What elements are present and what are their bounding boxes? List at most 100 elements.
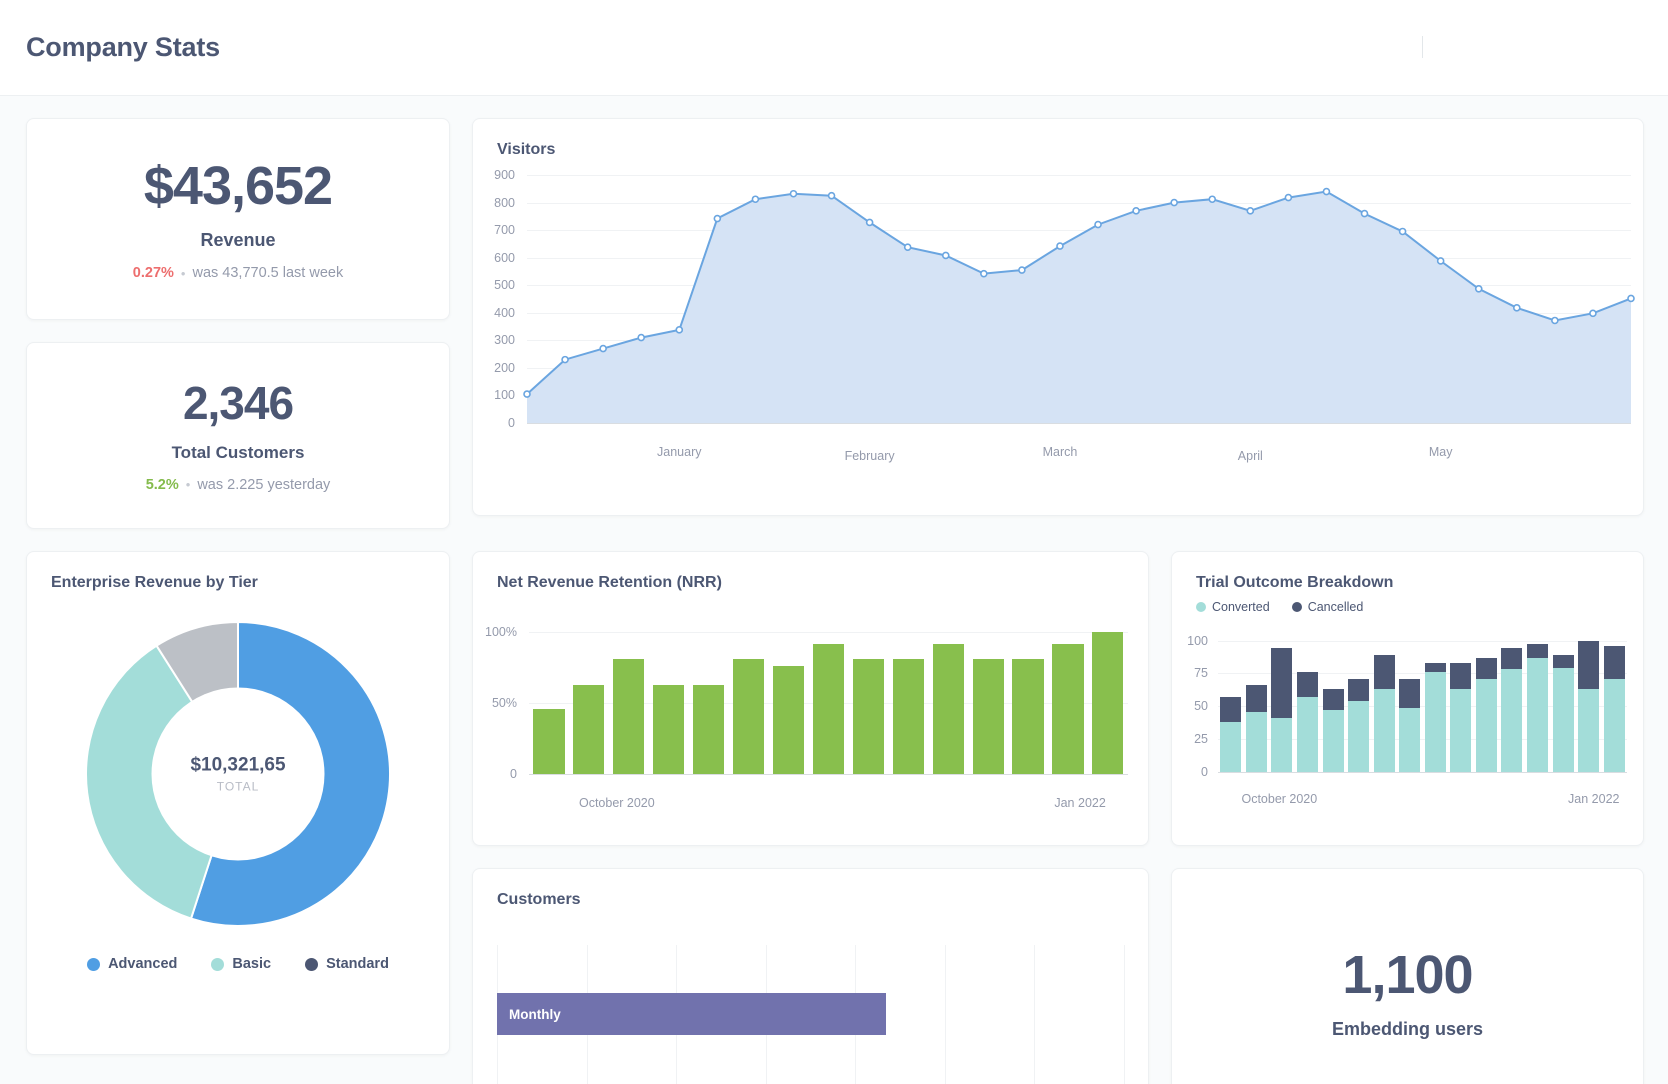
visitors-title: Visitors bbox=[497, 141, 556, 158]
total-customers-trend-pct: 5.2% bbox=[145, 476, 179, 493]
legend-item[interactable]: Standard bbox=[305, 956, 389, 972]
bar[interactable] bbox=[533, 708, 565, 774]
stacked-bar[interactable] bbox=[1322, 689, 1344, 772]
stacked-bar[interactable] bbox=[1578, 640, 1600, 772]
y-axis-tick-label: 100 bbox=[1187, 633, 1208, 648]
card-nrr[interactable]: Net Revenue Retention (NRR) 0 50% 100% Octo… bbox=[472, 551, 1149, 846]
bar-segment-converted[interactable] bbox=[1348, 701, 1370, 772]
bar[interactable] bbox=[852, 659, 884, 774]
bar[interactable] bbox=[1092, 632, 1124, 774]
gridline bbox=[1218, 772, 1627, 773]
card-total-customers[interactable]: 2,346 Total Customers 5.2% • was 2.225 y… bbox=[26, 342, 450, 529]
bar-slot bbox=[1423, 630, 1449, 772]
bar[interactable] bbox=[1012, 659, 1044, 774]
stacked-bar[interactable] bbox=[1552, 655, 1574, 772]
bar-segment-cancelled[interactable] bbox=[1399, 678, 1421, 708]
legend-item[interactable]: Advanced bbox=[87, 956, 177, 972]
visitors-area-svg bbox=[523, 187, 1635, 423]
bar-slot bbox=[968, 618, 1008, 774]
bar-segment-converted[interactable] bbox=[1603, 678, 1625, 772]
y-axis-tick-label: 100% bbox=[485, 625, 517, 640]
bar-slot bbox=[529, 618, 569, 774]
bar-segment-cancelled[interactable] bbox=[1348, 678, 1370, 701]
donut-chart[interactable]: $10,321,65 TOTAL bbox=[84, 620, 392, 928]
bar-segment-converted[interactable] bbox=[1450, 689, 1472, 772]
bar[interactable] bbox=[653, 684, 685, 774]
bar-segment-cancelled[interactable] bbox=[1271, 648, 1293, 719]
stacked-bar[interactable] bbox=[1373, 655, 1395, 772]
bar-segment-cancelled[interactable] bbox=[1424, 662, 1446, 673]
bar-segment-cancelled[interactable] bbox=[1450, 662, 1472, 690]
bar[interactable] bbox=[812, 643, 844, 774]
bar-segment-cancelled[interactable] bbox=[1527, 644, 1548, 658]
card-enterprise-revenue-by-tier[interactable]: Enterprise Revenue by Tier $10,321,65 TO… bbox=[26, 551, 450, 1055]
page-title: Company Stats bbox=[26, 32, 220, 62]
bar[interactable] bbox=[972, 659, 1004, 774]
stacked-bar[interactable] bbox=[1424, 662, 1446, 772]
card-embedding-users[interactable]: 1,100 Embedding users bbox=[1171, 868, 1644, 1084]
bar-slot bbox=[1525, 630, 1551, 772]
bar[interactable] bbox=[733, 659, 765, 774]
bar-segment-cancelled[interactable] bbox=[1322, 689, 1344, 711]
bar[interactable] bbox=[693, 684, 725, 774]
stacked-bar[interactable] bbox=[1501, 648, 1523, 772]
stacked-bar[interactable] bbox=[1475, 657, 1497, 772]
bar-segment-cancelled[interactable] bbox=[1552, 655, 1574, 669]
bar[interactable] bbox=[613, 659, 645, 774]
bar-segment-cancelled[interactable] bbox=[1501, 648, 1523, 670]
bar[interactable] bbox=[892, 659, 924, 774]
bar-segment-cancelled[interactable] bbox=[1296, 672, 1318, 698]
bar-segment-converted[interactable] bbox=[1399, 707, 1421, 772]
bar-segment-converted[interactable] bbox=[1552, 668, 1574, 772]
visitors-chart[interactable]: 0 100 200 300 400 500 600 700 800 900 January Febru… bbox=[473, 159, 1643, 489]
embedding-users-label: Embedding users bbox=[1331, 1019, 1484, 1040]
bar-segment-converted[interactable] bbox=[1501, 669, 1523, 772]
bar-segment-converted[interactable] bbox=[1424, 672, 1446, 772]
card-visitors[interactable]: Visitors 0 100 200 300 400 500 600 700 800 900 Jan… bbox=[472, 118, 1644, 516]
bar-segment-cancelled[interactable] bbox=[1245, 685, 1267, 712]
bar-segment-converted[interactable] bbox=[1373, 689, 1395, 772]
customers-chart[interactable]: Monthly bbox=[497, 945, 1125, 1084]
card-customers[interactable]: Customers Monthly bbox=[472, 868, 1149, 1084]
bar-segment-converted[interactable] bbox=[1475, 678, 1497, 772]
bar-segment-converted[interactable] bbox=[1296, 697, 1318, 772]
bar-segment-cancelled[interactable] bbox=[1220, 697, 1242, 723]
scalar-total-customers: 2,346 Total Customers 5.2% • was 2.225 y… bbox=[27, 343, 449, 528]
y-axis-tick-label: 50% bbox=[491, 696, 517, 711]
stacked-bar[interactable] bbox=[1450, 662, 1472, 772]
stacked-bar[interactable] bbox=[1348, 678, 1370, 772]
y-axis-tick-label: 0 bbox=[510, 767, 517, 781]
bar-segment-cancelled[interactable] bbox=[1373, 655, 1395, 690]
bar-slot bbox=[769, 618, 809, 774]
stacked-bar[interactable] bbox=[1399, 678, 1421, 772]
customers-title: Customers bbox=[497, 891, 581, 908]
stacked-bar[interactable] bbox=[1296, 672, 1318, 772]
legend-item[interactable]: Basic bbox=[211, 956, 271, 972]
bar-segment-converted[interactable] bbox=[1578, 689, 1600, 772]
bar[interactable]: Monthly bbox=[497, 993, 886, 1035]
stacked-bar[interactable] bbox=[1603, 645, 1625, 772]
bar-segment-converted[interactable] bbox=[1220, 722, 1242, 772]
bar-slot bbox=[1346, 630, 1372, 772]
bar-segment-converted[interactable] bbox=[1527, 657, 1548, 772]
stacked-bar[interactable] bbox=[1220, 697, 1242, 772]
legend-item[interactable]: Cancelled bbox=[1291, 600, 1363, 614]
legend-item[interactable]: Converted bbox=[1196, 600, 1270, 614]
bar[interactable] bbox=[1052, 643, 1084, 774]
bar[interactable] bbox=[772, 666, 805, 774]
stacked-bar[interactable] bbox=[1527, 644, 1548, 772]
trial-chart[interactable]: 0 25 50 75 100 October 2020 Jan 2022 bbox=[1172, 614, 1643, 824]
bar[interactable] bbox=[932, 643, 964, 774]
stacked-bar[interactable] bbox=[1271, 648, 1293, 772]
bar-segment-converted[interactable] bbox=[1245, 711, 1267, 772]
bar-segment-cancelled[interactable] bbox=[1578, 640, 1600, 690]
bar-segment-cancelled[interactable] bbox=[1603, 645, 1625, 679]
bar[interactable] bbox=[573, 684, 605, 774]
nrr-chart[interactable]: 0 50% 100% October 2020 Jan 2022 bbox=[473, 592, 1148, 830]
card-revenue[interactable]: $43,652 Revenue 0.27% • was 43,770.5 las… bbox=[26, 118, 450, 320]
bar-segment-converted[interactable] bbox=[1271, 718, 1293, 772]
card-trial-outcome[interactable]: Trial Outcome Breakdown Converted Cancell… bbox=[1171, 551, 1644, 846]
bar-segment-converted[interactable] bbox=[1322, 710, 1344, 772]
stacked-bar[interactable] bbox=[1245, 685, 1267, 772]
bar-segment-cancelled[interactable] bbox=[1475, 657, 1497, 679]
